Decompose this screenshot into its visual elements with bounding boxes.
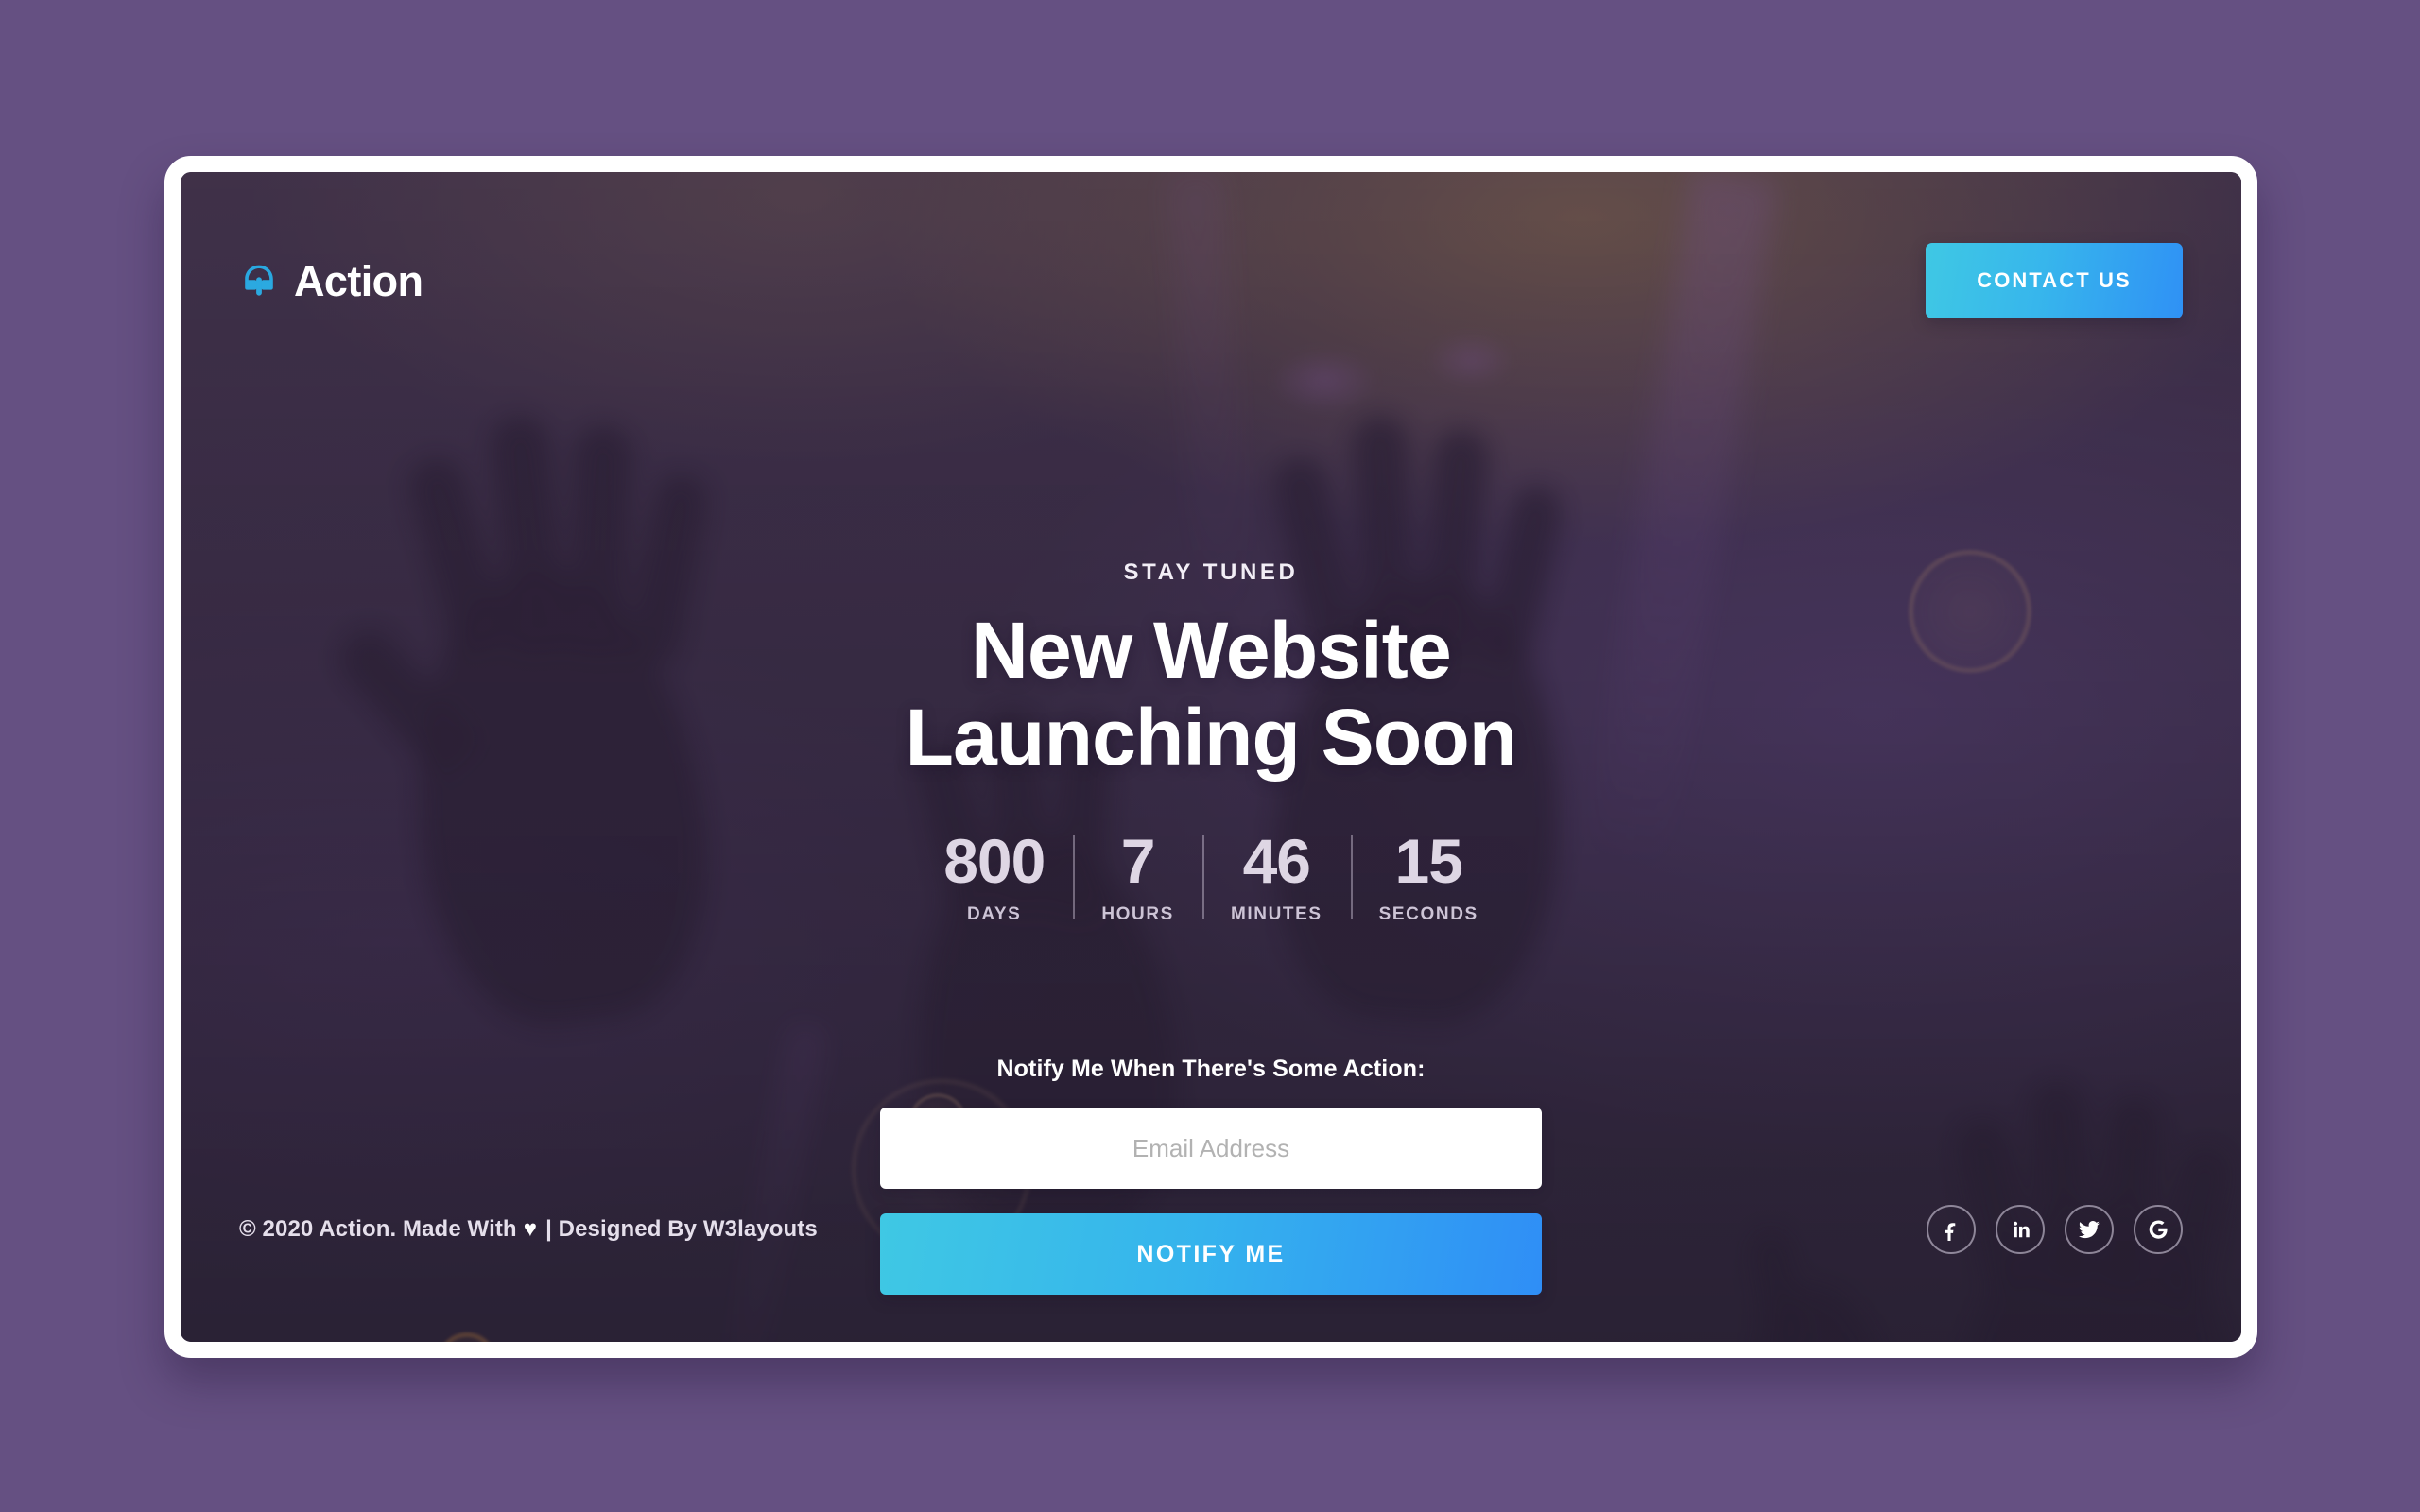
- card-inner: Action CONTACT US STAY TUNED New Website…: [181, 172, 2241, 1342]
- twitter-icon: [2079, 1221, 2100, 1239]
- headline-line-1: New Website: [971, 606, 1452, 695]
- countdown-label: MINUTES: [1230, 904, 1322, 925]
- headline-line-2: Launching Soon: [905, 692, 1518, 782]
- google-icon: [2149, 1220, 2168, 1239]
- countdown-value: 15: [1394, 826, 1463, 897]
- social-link-facebook[interactable]: [1927, 1205, 1976, 1254]
- page-title: New Website Launching Soon: [181, 606, 2241, 782]
- countdown-unit-hours: 7 HOURS: [1073, 830, 1202, 925]
- notify-form-label: Notify Me When There's Some Action:: [996, 1056, 1426, 1082]
- headphones-icon: [245, 265, 273, 296]
- copyright-suffix: | Designed By W3layouts: [545, 1216, 818, 1242]
- countdown-value: 46: [1242, 826, 1311, 897]
- countdown-unit-minutes: 46 MINUTES: [1201, 826, 1351, 925]
- social-link-linkedin[interactable]: [1996, 1205, 2045, 1254]
- countdown-unit-seconds: 15 SECONDS: [1350, 826, 1507, 925]
- card-content: Action CONTACT US STAY TUNED New Website…: [181, 172, 2241, 1342]
- countdown-label: SECONDS: [1378, 904, 1478, 925]
- social-link-twitter[interactable]: [2065, 1205, 2114, 1254]
- countdown-label: HOURS: [1101, 904, 1174, 925]
- contact-us-button[interactable]: CONTACT US: [1926, 243, 2183, 318]
- linkedin-icon: [2014, 1221, 2030, 1238]
- countdown-unit-days: 800 DAYS: [915, 830, 1073, 925]
- hero-section: STAY TUNED New Website Launching Soon 80…: [181, 559, 2241, 925]
- social-link-google[interactable]: [2134, 1205, 2183, 1254]
- brand-logo[interactable]: Action: [239, 256, 424, 305]
- countdown-value: 7: [1120, 826, 1156, 897]
- countdown-label: DAYS: [967, 904, 1022, 925]
- copyright-text: © 2020 Action. Made With ♥ | Designed By…: [239, 1216, 818, 1243]
- copyright-prefix: © 2020 Action. Made With: [239, 1216, 517, 1242]
- site-header: Action CONTACT US: [181, 172, 2241, 389]
- site-footer: © 2020 Action. Made With ♥ | Designed By…: [181, 1162, 2241, 1342]
- social-links: [1927, 1205, 2183, 1254]
- page-root: Action CONTACT US STAY TUNED New Website…: [0, 0, 2420, 1512]
- heart-icon: ♥: [523, 1216, 538, 1242]
- countdown-value: 800: [943, 826, 1046, 897]
- brand-name: Action: [294, 256, 424, 305]
- hero-eyebrow: STAY TUNED: [1123, 559, 1299, 585]
- facebook-icon: [1945, 1223, 1956, 1241]
- coming-soon-card: Action CONTACT US STAY TUNED New Website…: [164, 156, 2257, 1358]
- countdown-timer: 800 DAYS 7 HOURS 46 MINUTES 15 SECONDS: [181, 830, 2241, 925]
